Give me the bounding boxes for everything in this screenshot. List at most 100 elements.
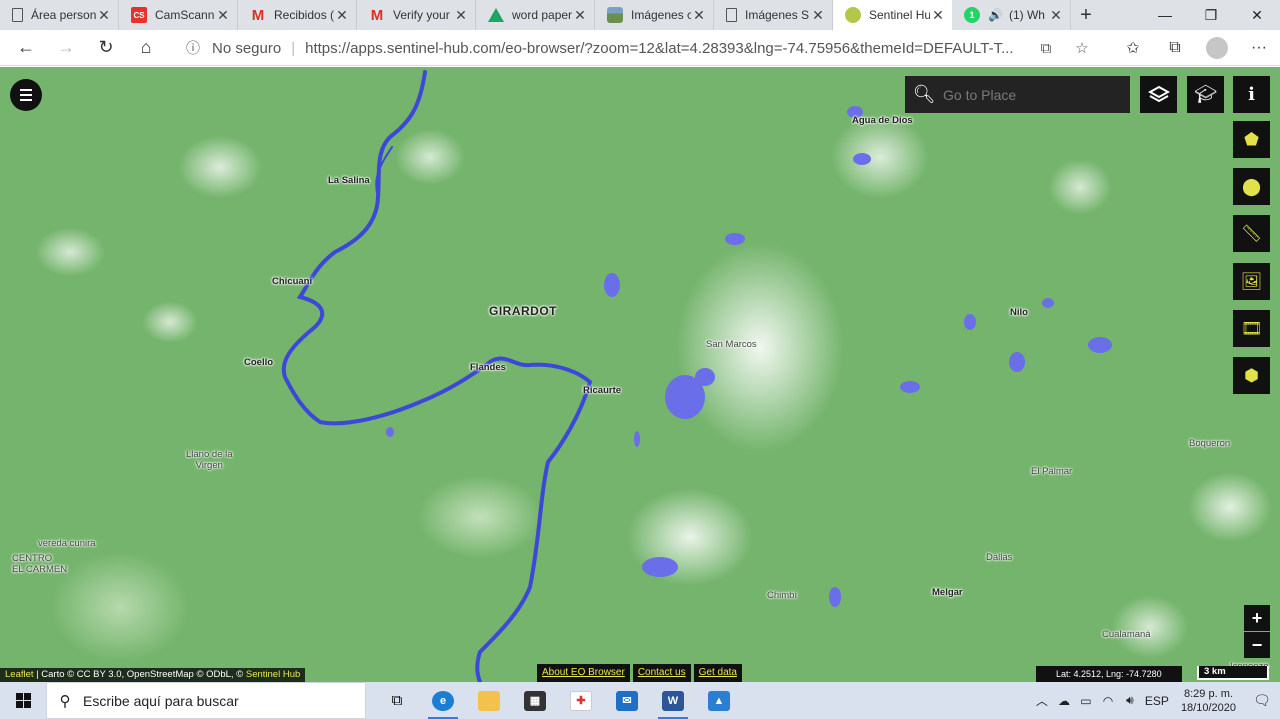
tab-word-paper[interactable]: word paper ✕ [476,0,595,30]
info-icon[interactable]: ⓘ [186,38,206,58]
taskbar-photos[interactable]: ▲ [696,682,742,719]
chevron-up-icon[interactable]: ︿ [1031,692,1053,709]
tab-title: Área personal [31,8,96,22]
whatsapp-icon: 1 [964,7,980,23]
zoom-in-button[interactable]: + [1244,605,1270,631]
layers-button[interactable] [1140,76,1177,113]
info-button[interactable]: i [1233,76,1270,113]
reload-button[interactable]: ↻ [86,30,126,66]
zoom-out-button[interactable]: − [1244,632,1270,658]
photos-icon: ▲ [708,690,730,711]
read-aloud-icon[interactable]: ⧉ [1028,40,1064,57]
map-attribution: Leaflet | Carto © CC BY 3.0, OpenStreetM… [0,668,306,682]
close-icon[interactable]: ✕ [691,7,707,24]
onedrive-icon[interactable]: ☁ [1053,694,1075,708]
tab-whatsapp[interactable]: 1 🔊 (1) Wh ✕ [952,0,1071,30]
taskbar-edge[interactable]: e [420,682,466,719]
main-menu-button[interactable] [10,79,42,111]
go-to-place-input[interactable] [943,86,1123,103]
sentinel-hub-icon [845,7,861,23]
forward-button[interactable]: → [46,30,86,66]
new-tab-button[interactable]: + [1071,0,1101,30]
tab-camscanner[interactable]: CS CamScanner ✕ [119,0,238,30]
url-text[interactable]: https://apps.sentinel-hub.com/eo-browser… [305,40,1028,57]
tab-verify[interactable]: M Verify your ✕ [357,0,476,30]
about-eo-browser-link[interactable]: About EO Browser [537,664,630,682]
start-button[interactable] [0,682,46,719]
taskbar-word[interactable]: W [650,682,696,719]
close-icon[interactable]: ✕ [572,7,588,24]
system-tray: ︿ ☁ ▭ ◠ 🔊︎ ESP 8:29 p. m. 18/10/2020 🗨︎ [1031,682,1280,719]
address-bar[interactable]: ⓘ No seguro | https://apps.sentinel-hub.… [176,33,1100,63]
3d-view-button[interactable]: ⬢ [1233,357,1270,394]
maximize-button[interactable]: ❐ [1188,0,1234,30]
task-view-button[interactable]: ⧉ [374,682,420,719]
education-mode-button[interactable]: 🎓︎ [1187,76,1224,113]
wifi-icon[interactable]: ◠ [1097,694,1119,708]
back-button[interactable]: ← [6,30,46,66]
minimize-button[interactable]: — [1142,0,1188,30]
tab-recibidos[interactable]: M Recibidos ( ✕ [238,0,357,30]
sentinel-hub-link[interactable]: Sentinel Hub [246,669,300,680]
profile-avatar[interactable] [1206,37,1228,59]
folder-icon [478,690,500,711]
place-label-el-palmar: El Palmar [1031,466,1073,477]
tab-title: (1) Wh [1008,8,1045,22]
tab-title: Imágenes c [631,8,691,22]
timelapse-button[interactable]: 🎞︎ [1233,310,1270,347]
more-menu-icon[interactable]: ··· [1238,39,1280,57]
word-icon: W [662,690,684,711]
favorites-icon[interactable]: ✩ [1112,38,1154,58]
get-data-link[interactable]: Get data [693,664,742,682]
download-image-button[interactable]: 🖼︎ [1233,263,1270,300]
volume-icon[interactable]: 🔊︎ [1119,693,1141,708]
taskbar-search[interactable]: ⚲ Escribe aquí para buscar [46,682,366,719]
contact-us-link[interactable]: Contact us [632,664,691,682]
cube-icon: ⬢ [1244,365,1259,385]
place-label-chimbi: Chimbí [767,590,798,601]
tab-imagenes-s[interactable]: Imágenes S ✕ [714,0,833,30]
battery-icon[interactable]: ▭ [1075,694,1097,708]
satellite-map[interactable]: Agua de Dios La Salina Chicuaní GIRARDOT… [0,67,1280,682]
close-icon[interactable]: ✕ [96,7,112,24]
close-window-button[interactable]: ✕ [1234,0,1280,30]
place-label-flandes: Flandes [470,362,506,373]
language-indicator[interactable]: ESP [1141,694,1173,708]
leaflet-link[interactable]: Leaflet [5,669,34,680]
tab-imagenes-c[interactable]: Imágenes c ✕ [595,0,714,30]
clock[interactable]: 8:29 p. m. 18/10/2020 [1181,687,1236,715]
taskbar-store[interactable]: ▦ [512,682,558,719]
tab-area-personal[interactable]: Área personal ✕ [0,0,119,30]
search-icon[interactable]: 🔍︎ [905,84,943,105]
home-button[interactable]: ⌂ [126,30,166,66]
close-icon[interactable]: ✕ [334,7,350,24]
film-icon: 🎞︎ [1240,318,1263,338]
close-icon[interactable]: ✕ [215,7,231,24]
info-icon: i [1248,84,1255,105]
image-download-icon: 🖼︎ [1240,271,1263,291]
tab-sentinel-hub[interactable]: Sentinel Hu ✕ [833,0,952,30]
image-icon [607,7,623,23]
draw-aoi-button[interactable]: ⬟ [1233,121,1270,158]
layers-icon [1147,85,1170,102]
favorite-star-icon[interactable]: ☆ [1064,39,1100,57]
place-label-cualamana: Cualamaná [1102,629,1151,640]
document-icon [726,8,737,22]
place-label-ricaurte: Ricaurte [583,385,622,396]
close-icon[interactable]: ✕ [810,7,826,24]
close-icon[interactable]: ✕ [930,7,946,24]
place-label-centro-el-carmen: CENTRO EL CARMEN [12,553,68,575]
taskbar-gift[interactable]: ✚ [558,682,604,719]
taskbar-mail[interactable]: ✉ [604,682,650,719]
measure-button[interactable]: 📏︎ [1233,215,1270,252]
place-marker-button[interactable]: ⬤ [1233,168,1270,205]
notifications-icon[interactable]: 🗨︎ [1244,692,1280,709]
close-icon[interactable]: ✕ [453,7,469,24]
water-patches [386,106,1112,607]
close-icon[interactable]: ✕ [1048,7,1064,24]
toolbar-right: ✩ ⧉ ··· [1112,30,1280,66]
footer-links: About EO Browser Contact us Get data [537,664,745,682]
taskbar-file-explorer[interactable] [466,682,512,719]
tab-title: Recibidos ( [274,8,334,22]
collections-icon[interactable]: ⧉ [1154,39,1196,57]
